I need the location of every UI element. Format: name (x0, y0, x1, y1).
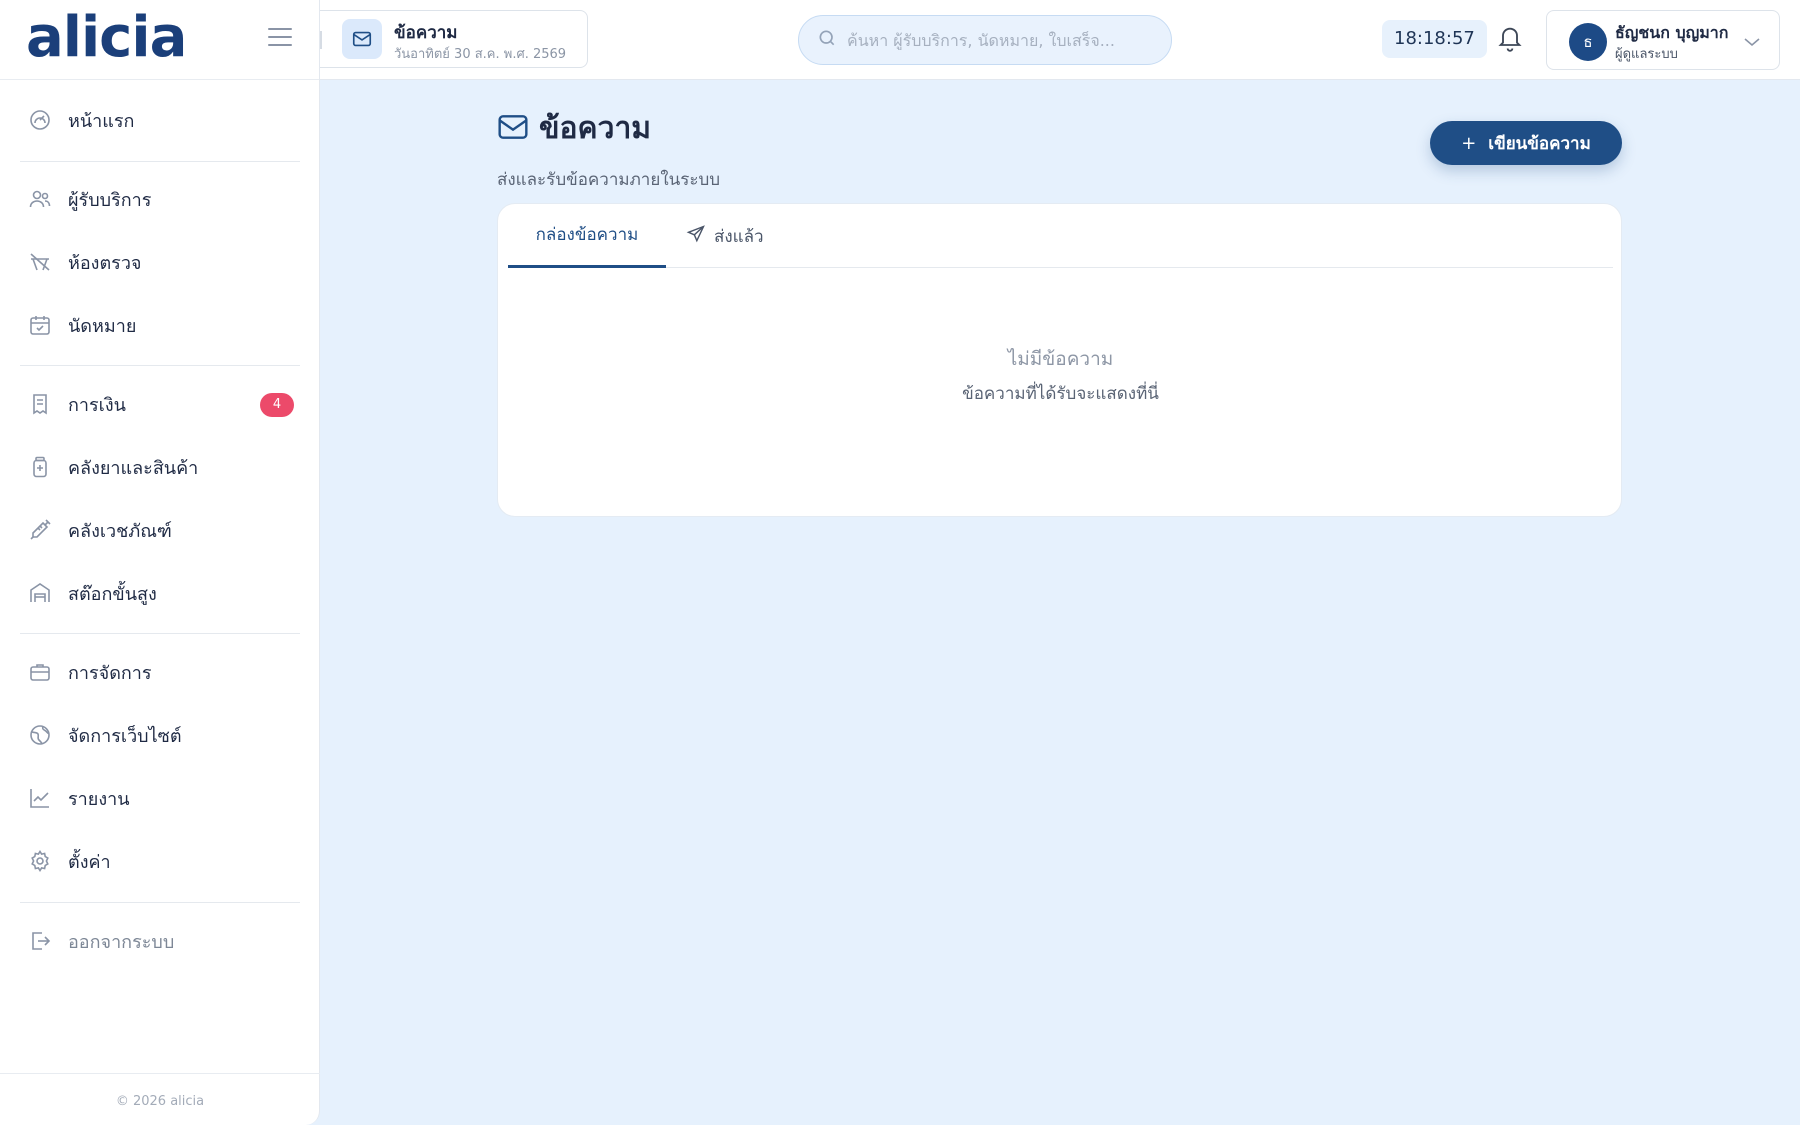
nav-divider (20, 902, 300, 903)
copyright-footer: © 2026 alicia (0, 1073, 320, 1109)
dashboard-gauge-icon (20, 100, 60, 140)
chevron-down-icon (1743, 33, 1761, 47)
syringe-icon (20, 510, 60, 550)
exam-room-icon (20, 242, 60, 282)
empty-state-title: ไม่มีข้อความ (1007, 348, 1114, 370)
logout-label: ออกจากระบบ (68, 931, 175, 953)
mail-icon (342, 19, 382, 59)
clock-display: 18:18:57 (1382, 20, 1487, 58)
receipt-icon (20, 384, 60, 424)
app-logo[interactable]: alicia (26, 6, 187, 70)
gear-icon (20, 841, 60, 881)
user-menu[interactable]: ธ ธัญชนก บุญมาก ผู้ดูแลระบบ (1546, 10, 1780, 70)
nav-divider (20, 633, 300, 634)
search-icon (817, 28, 837, 52)
topbar: ข้อความ วันอาทิตย์ 30 ส.ค. พ.ศ. 2569 18:… (320, 0, 1800, 80)
sidebar-item-label: ตั้งค่า (68, 851, 111, 873)
sidebar-item-settings[interactable]: ตั้งค่า (20, 837, 300, 885)
sidebar-item-medical-supplies[interactable]: คลังเวชภัณฑ์ (20, 506, 300, 554)
empty-state: ไม่มีข้อความ ข้อความที่ได้รับจะแสดงที่นี… (498, 344, 1623, 407)
sidebar-item-pharmacy-stock[interactable]: คลังยาและสินค้า (20, 443, 300, 491)
menu-toggle-icon[interactable] (268, 28, 292, 48)
finance-count-badge: 4 (260, 393, 294, 417)
sidebar-item-advanced-stock[interactable]: สต๊อกขั้นสูง (20, 569, 300, 617)
page-subtitle: ส่งและรับข้อความภายในระบบ (497, 170, 721, 190)
empty-state-description: ข้อความที่ได้รับจะแสดงที่นี่ (962, 384, 1159, 404)
page-title: ข้อความ (539, 111, 652, 146)
users-icon (20, 179, 60, 219)
sidebar-item-clients[interactable]: ผู้รับบริการ (20, 175, 300, 223)
send-icon (686, 224, 714, 249)
nav-divider (20, 161, 300, 162)
briefcase-icon (20, 652, 60, 692)
page-header: ข้อความ ส่งและรับข้อความภายในระบบ (497, 105, 720, 193)
warehouse-icon (20, 573, 60, 613)
avatar: ธ (1569, 23, 1607, 61)
nav-divider (20, 365, 300, 366)
notification-bell-icon[interactable] (1496, 22, 1526, 56)
current-page-chip: ข้อความ วันอาทิตย์ 30 ส.ค. พ.ศ. 2569 (320, 10, 588, 68)
medicine-bottle-icon (20, 447, 60, 487)
logo-row: alicia (0, 0, 319, 80)
current-date: วันอาทิตย์ 30 ส.ค. พ.ศ. 2569 (394, 47, 567, 62)
sidebar-item-label: ผู้รับบริการ (68, 189, 152, 211)
global-search[interactable] (798, 15, 1172, 65)
messages-card: กล่องข้อความ ส่งแล้ว ไม่มีข้อความ ข้อควา… (497, 203, 1622, 517)
calendar-check-icon (20, 305, 60, 345)
message-tabs: กล่องข้อความ ส่งแล้ว (508, 204, 1613, 268)
sidebar-item-label: จัดการเว็บไซต์ (68, 725, 182, 747)
compose-message-button[interactable]: + เขียนข้อความ (1430, 121, 1622, 165)
logout-button[interactable]: ออกจากระบบ (20, 917, 300, 965)
sidebar: alicia หน้าแรก ผู้รับบริการ ห้องตรวจ นัด… (0, 0, 320, 1125)
tab-sent[interactable]: ส่งแล้ว (686, 204, 764, 268)
sidebar-item-label: คลังเวชภัณฑ์ (68, 520, 172, 542)
sidebar-item-label: สต๊อกขั้นสูง (68, 583, 157, 605)
sidebar-item-label: ห้องตรวจ (68, 252, 142, 274)
tab-inbox[interactable]: กล่องข้อความ (508, 204, 666, 268)
compose-label: เขียนข้อความ (1488, 133, 1591, 154)
tab-label: กล่องข้อความ (535, 225, 639, 245)
user-role: ผู้ดูแลระบบ (1615, 47, 1678, 62)
plus-icon: + (1461, 132, 1477, 154)
tab-label: ส่งแล้ว (714, 226, 764, 247)
chip-separator (320, 31, 322, 49)
mail-icon (497, 112, 529, 146)
globe-icon (20, 715, 60, 755)
sidebar-item-label: คลังยาและสินค้า (68, 457, 199, 479)
chart-line-icon (20, 778, 60, 818)
sidebar-item-home[interactable]: หน้าแรก (20, 96, 300, 144)
sidebar-item-management[interactable]: การจัดการ (20, 648, 300, 696)
sidebar-item-label: รายงาน (68, 788, 130, 810)
sidebar-item-label: นัดหมาย (68, 315, 137, 337)
sidebar-item-label: การจัดการ (68, 662, 152, 684)
sidebar-item-reports[interactable]: รายงาน (20, 774, 300, 822)
current-page-title: ข้อความ (394, 23, 458, 43)
logout-icon (20, 921, 60, 961)
sidebar-item-website[interactable]: จัดการเว็บไซต์ (20, 711, 300, 759)
sidebar-item-label: หน้าแรก (68, 110, 135, 132)
search-input[interactable] (847, 30, 1147, 50)
sidebar-item-finance[interactable]: การเงิน 4 (20, 380, 300, 428)
sidebar-item-appointments[interactable]: นัดหมาย (20, 301, 300, 349)
sidebar-item-exam-room[interactable]: ห้องตรวจ (20, 238, 300, 286)
sidebar-item-label: การเงิน (68, 394, 126, 416)
